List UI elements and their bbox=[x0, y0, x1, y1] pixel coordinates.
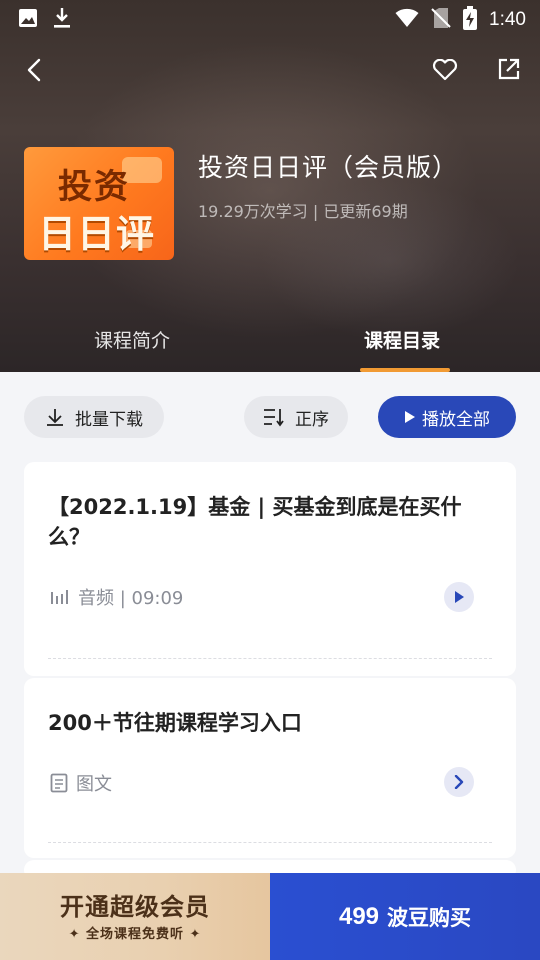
back-arrow-icon bbox=[27, 58, 41, 82]
catalog-toolbar: 批量下载 正序 播放全部 bbox=[0, 372, 540, 458]
chevron-right-icon bbox=[454, 775, 464, 789]
episode-meta: 音频 | 09:09 bbox=[50, 584, 183, 610]
play-icon bbox=[405, 411, 415, 423]
share-icon bbox=[498, 58, 520, 80]
play-all-button[interactable]: 播放全部 bbox=[378, 396, 516, 438]
wifi-icon bbox=[395, 8, 419, 32]
status-bar: 1:40 bbox=[0, 0, 540, 36]
top-navigation bbox=[0, 48, 540, 92]
course-meta: 19.29万次学习 | 已更新69期 bbox=[198, 202, 408, 221]
episode-meta: 图文 bbox=[50, 770, 112, 796]
purchase-bar: 开通超级会员 ✦ 全场课程免费听 ✦ 499 波豆购买 bbox=[0, 873, 540, 960]
course-title: 投资日日评（会员版） bbox=[198, 153, 459, 182]
episode-type-label: 音频 | 09:09 bbox=[78, 588, 184, 609]
vip-membership-button[interactable]: 开通超级会员 ✦ 全场课程免费听 ✦ bbox=[0, 873, 270, 960]
cover-title-line1: 投资 bbox=[58, 167, 130, 207]
list-item[interactable]: 200＋节往期课程学习入口 图文 bbox=[24, 678, 516, 858]
sort-order-label: 正序 bbox=[295, 409, 329, 430]
buy-label: 波豆购买 bbox=[387, 905, 472, 930]
sort-order-button[interactable]: 正序 bbox=[244, 396, 348, 438]
divider bbox=[48, 842, 492, 843]
list-item[interactable]: 【2022.1.19】基金 | 买基金到底是在买什么？ 音频 | 09:09 bbox=[24, 462, 516, 676]
batch-download-button[interactable]: 批量下载 bbox=[24, 396, 164, 438]
episode-open-button[interactable] bbox=[444, 767, 474, 797]
course-header: 1:40 投资 日日评 投资日日评（会员版） 19.29万次学习 | 已更新69… bbox=[0, 0, 540, 372]
episode-title: 200＋节往期课程学习入口 bbox=[48, 711, 302, 735]
download-status-icon bbox=[52, 7, 72, 33]
episode-title: 【2022.1.19】基金 | 买基金到底是在买什么？ bbox=[48, 495, 462, 549]
tab-intro[interactable]: 课程简介 bbox=[94, 326, 170, 353]
vip-title: 开通超级会员 bbox=[60, 892, 210, 921]
vip-subtitle: ✦ 全场课程免费听 ✦ bbox=[68, 927, 202, 942]
share-button[interactable] bbox=[492, 52, 526, 86]
price: 499 bbox=[338, 902, 380, 930]
episode-play-button[interactable] bbox=[444, 582, 474, 612]
play-icon bbox=[455, 591, 464, 603]
play-all-label: 播放全部 bbox=[422, 409, 490, 430]
document-icon bbox=[50, 773, 68, 793]
back-button[interactable] bbox=[18, 54, 50, 86]
battery-charging-icon bbox=[463, 6, 478, 34]
no-sim-icon bbox=[431, 7, 451, 33]
sort-icon bbox=[264, 409, 284, 427]
batch-download-label: 批量下载 bbox=[75, 409, 143, 430]
download-icon bbox=[47, 409, 63, 426]
tab-bar: 课程简介 课程目录 bbox=[0, 322, 540, 372]
gallery-icon bbox=[18, 8, 38, 32]
audio-bars-icon bbox=[51, 590, 68, 604]
episode-type-label: 图文 bbox=[76, 774, 112, 795]
heart-icon bbox=[432, 59, 458, 81]
cover-title-line2: 日日评 bbox=[38, 211, 156, 256]
favorite-button[interactable] bbox=[428, 54, 462, 86]
buy-button[interactable]: 499 波豆购买 bbox=[270, 873, 540, 960]
course-cover-image: 投资 日日评 bbox=[24, 147, 174, 260]
status-time: 1:40 bbox=[489, 9, 526, 30]
divider bbox=[48, 658, 492, 659]
tab-catalog[interactable]: 课程目录 bbox=[364, 326, 440, 353]
